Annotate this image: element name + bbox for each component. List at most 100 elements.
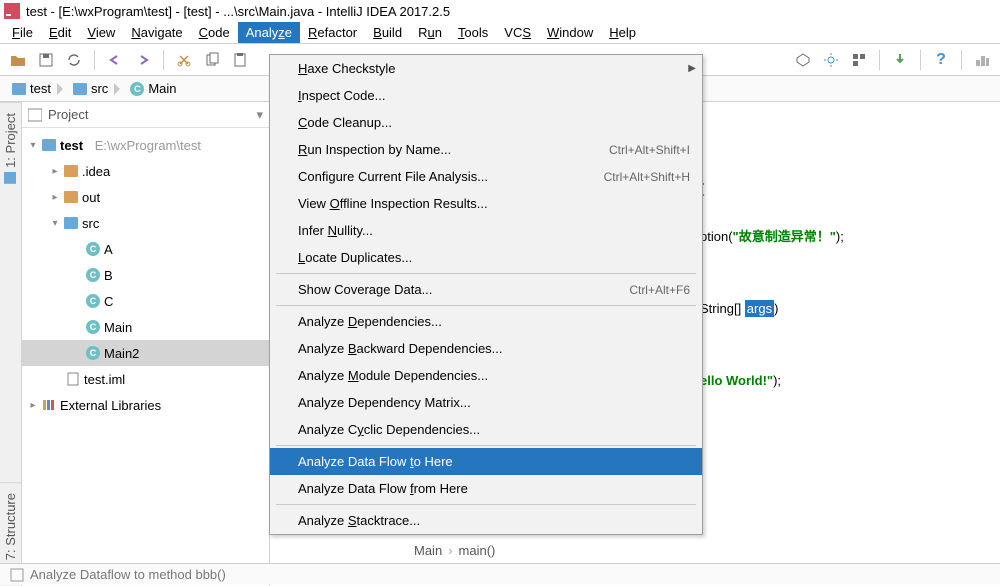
class-icon: C [130,82,144,96]
project-tree: ▾test E:\wxProgram\test ▸.idea ▸out ▾src… [22,128,269,586]
menu-code-cleanup[interactable]: Code Cleanup... [270,109,702,136]
save-icon[interactable] [36,50,56,70]
menu-tools[interactable]: Tools [450,22,496,43]
file-icon [66,372,80,386]
menu-backward-deps[interactable]: Analyze Backward Dependencies... [270,335,702,362]
code-text: String[] [700,301,745,316]
copy-icon[interactable] [202,50,222,70]
menu-code[interactable]: Code [191,22,238,43]
menu-vcs[interactable]: VCS [496,22,539,43]
nav-class[interactable]: Main [414,543,442,558]
menu-dataflow-from[interactable]: Analyze Data Flow from Here [270,475,702,502]
class-icon: C [86,294,100,308]
chevron-down-icon[interactable]: ▾ [256,107,263,123]
gutter-project[interactable]: 1: Project [0,102,21,194]
class-icon: C [86,268,100,282]
help-icon[interactable]: ? [931,50,951,70]
code-string: ello World!" [700,373,773,388]
tree-class-b[interactable]: CB [22,262,269,288]
code-text: ption( [700,229,733,244]
menu-show-coverage[interactable]: Show Coverage Data...Ctrl+Alt+F6 [270,276,702,303]
code-text: ); [836,229,844,244]
panel-icon [28,108,42,122]
class-icon: C [86,320,100,334]
settings-icon[interactable] [821,50,841,70]
menu-file[interactable]: File [4,22,41,43]
menu-infer-nullity[interactable]: Infer Nullity... [270,217,702,244]
module-icon [42,139,56,151]
menu-locate-duplicates[interactable]: Locate Duplicates... [270,244,702,271]
status-icon[interactable] [10,568,24,582]
menu-dataflow-to[interactable]: Analyze Data Flow to Here [270,448,702,475]
menu-analyze-deps[interactable]: Analyze Dependencies... [270,308,702,335]
intellij-icon [4,3,20,19]
tree-class-c[interactable]: CC [22,288,269,314]
project-panel: Project ▾ ▾test E:\wxProgram\test ▸.idea… [22,102,270,586]
redo-icon[interactable] [133,50,153,70]
menu-haxe-checkstyle[interactable]: Haxe Checkstyle▶ [270,55,702,82]
undo-icon[interactable] [105,50,125,70]
tree-external[interactable]: ▸External Libraries [22,392,269,418]
library-icon [42,398,56,412]
tree-src[interactable]: ▾src [22,210,269,236]
menu-run-inspection[interactable]: Run Inspection by Name...Ctrl+Alt+Shift+… [270,136,702,163]
structure-icon[interactable] [849,50,869,70]
class-icon: C [86,346,100,360]
nav-crumbs: Main › main() [414,537,495,563]
find-icon[interactable] [972,50,992,70]
folder-icon [64,165,78,177]
code-string: "故意制造异常！" [733,229,836,244]
tree-iml[interactable]: test.iml [22,366,269,392]
open-icon[interactable] [8,50,28,70]
menu-bar: File Edit View Navigate Code Analyze Ref… [0,22,1000,44]
tree-class-main[interactable]: CMain [22,314,269,340]
menu-edit[interactable]: Edit [41,22,79,43]
tree-idea[interactable]: ▸.idea [22,158,269,184]
update-icon[interactable] [890,50,910,70]
tree-class-a[interactable]: CA [22,236,269,262]
window-title: test - [E:\wxProgram\test] - [test] - ..… [26,4,450,19]
left-gutter: 1: Project 7: Structure [0,102,22,586]
menu-build[interactable]: Build [365,22,410,43]
folder-icon [64,191,78,203]
menu-run[interactable]: Run [410,22,450,43]
project-icon [5,172,17,184]
code-text: ); [773,373,781,388]
sync-icon[interactable] [64,50,84,70]
menu-view-offline[interactable]: View Offline Inspection Results... [270,190,702,217]
breadcrumb-src[interactable]: src [67,79,114,98]
nav-method[interactable]: main() [459,543,496,558]
folder-icon [73,83,87,95]
menu-view[interactable]: View [79,22,123,43]
menu-inspect-code[interactable]: Inspect Code... [270,82,702,109]
menu-navigate[interactable]: Navigate [123,22,190,43]
code-selection: args [745,300,774,317]
chevron-right-icon: › [448,543,452,558]
analyze-dropdown: Haxe Checkstyle▶ Inspect Code... Code Cl… [269,54,703,535]
status-text: Analyze Dataflow to method bbb() [30,567,226,582]
paste-icon[interactable] [230,50,250,70]
build-icon[interactable] [793,50,813,70]
tree-out[interactable]: ▸out [22,184,269,210]
submenu-arrow-icon: ▶ [688,63,696,74]
menu-module-deps[interactable]: Analyze Module Dependencies... [270,362,702,389]
status-bar: Analyze Dataflow to method bbb() [0,563,1000,585]
folder-icon [12,83,26,95]
breadcrumb-main[interactable]: CMain [124,79,182,98]
menu-stacktrace[interactable]: Analyze Stacktrace... [270,507,702,534]
menu-help[interactable]: Help [601,22,644,43]
class-icon: C [86,242,100,256]
code-text: ) [774,301,778,316]
tree-class-main2[interactable]: CMain2 [22,340,269,366]
breadcrumb-root[interactable]: test [6,79,57,98]
cut-icon[interactable] [174,50,194,70]
menu-analyze[interactable]: Analyze [238,22,300,43]
menu-dep-matrix[interactable]: Analyze Dependency Matrix... [270,389,702,416]
folder-icon [64,217,78,229]
tree-root[interactable]: ▾test E:\wxProgram\test [22,132,269,158]
menu-configure-analysis[interactable]: Configure Current File Analysis...Ctrl+A… [270,163,702,190]
menu-window[interactable]: Window [539,22,601,43]
menu-cyclic-deps[interactable]: Analyze Cyclic Dependencies... [270,416,702,443]
panel-header[interactable]: Project ▾ [22,102,269,128]
menu-refactor[interactable]: Refactor [300,22,365,43]
